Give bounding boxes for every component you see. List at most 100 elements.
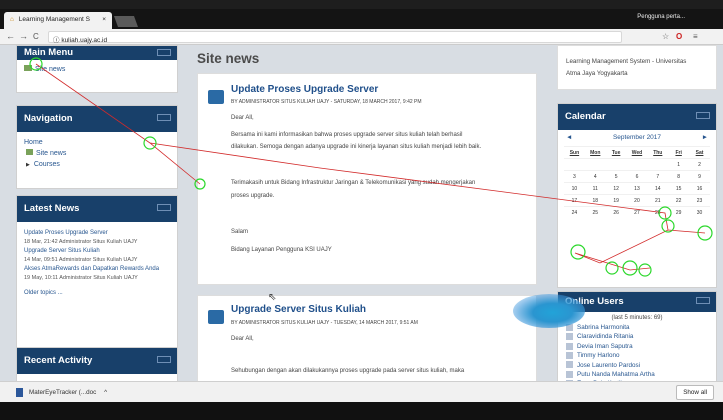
calendar-day[interactable]: 4	[584, 170, 606, 183]
next-month-icon[interactable]: ►	[702, 134, 708, 141]
menu-icon[interactable]: ≡	[693, 32, 698, 41]
profile-label[interactable]: Pengguna perta...	[637, 14, 685, 20]
calendar-day[interactable]: 15	[668, 182, 690, 195]
block-controls-icon[interactable]	[157, 114, 171, 121]
cursor-icon: ⇖	[268, 292, 277, 303]
block-controls-icon[interactable]	[696, 297, 710, 304]
calendar-day[interactable]: 19	[605, 194, 627, 207]
post-title[interactable]: Update Proses Upgrade Server	[231, 84, 378, 95]
calendar-day[interactable]: 23	[689, 194, 710, 207]
online-user-name: Claravidinda Ritania	[577, 333, 634, 341]
calendar-day[interactable]: 5	[605, 170, 627, 183]
navigation-title: Navigation	[24, 113, 73, 124]
address-bar[interactable]: ⓘ kuliah.uajy.ac.id	[48, 31, 622, 44]
calendar-day[interactable]: 1	[668, 158, 690, 171]
online-user-name: Devia Iman Saputra	[577, 342, 633, 350]
calendar-week: 12	[564, 158, 710, 171]
news-link[interactable]: Update Proses Upgrade Server	[24, 229, 170, 238]
prev-month-icon[interactable]: ◄	[566, 134, 572, 141]
navigation-block: Navigation Home Site news ▶ Courses	[16, 105, 178, 189]
calendar-day[interactable]: 11	[584, 182, 606, 195]
calendar-day[interactable]: 20	[626, 194, 648, 207]
calendar-day[interactable]: 6	[626, 170, 648, 183]
show-all-button[interactable]: Show all	[676, 385, 714, 400]
calendar-grid: Sun Mon Tue Wed Thu Fri Sat 1 2 3 4 5 6 7 8 9 10 11 12 13 14…	[564, 146, 710, 219]
post-title[interactable]: Upgrade Server Situs Kuliah	[231, 304, 366, 315]
tab-bar: ⌂ Learning Management S × Pengguna perta…	[0, 9, 723, 29]
calendar-day[interactable]: 13	[626, 182, 648, 195]
forward-arrow-icon[interactable]: →	[19, 31, 28, 41]
nav-courses[interactable]: Courses	[34, 161, 60, 168]
calendar-day[interactable]: 10	[564, 182, 585, 195]
online-user[interactable]: Sabrina Harmonita	[566, 323, 708, 332]
download-item[interactable]: MaterEyeTracker (...doc ^	[16, 388, 107, 397]
lms-line: Learning Management System - Universitas	[566, 58, 687, 65]
main-menu-block: Main Menu Site news	[16, 45, 178, 93]
back-arrow-icon[interactable]: ←	[6, 31, 15, 41]
online-user-name: Putu Nanda Mahatma Artha	[577, 371, 655, 379]
toolbar: ← → C ⓘ kuliah.uajy.ac.id ☆ O ≡	[0, 29, 723, 45]
calendar-day[interactable]: 14	[647, 182, 669, 195]
calendar-day[interactable]: 26	[605, 206, 627, 219]
online-user[interactable]: Claravidinda Ritania	[566, 332, 708, 341]
news-link[interactable]: Upgrade Server Situs Kuliah	[24, 247, 170, 256]
calendar-day[interactable]: 17	[564, 194, 585, 207]
calendar-day[interactable]: 21	[647, 194, 669, 207]
calendar-day[interactable]: 8	[668, 170, 690, 183]
news-icon	[26, 149, 33, 155]
calendar-day[interactable]	[626, 158, 648, 171]
online-user[interactable]: Putu Nanda Mahatma Artha	[566, 370, 708, 379]
news-link[interactable]: Akses AtmaRewards dan Dapatkan Rewards A…	[24, 265, 170, 274]
star-icon[interactable]: ☆	[662, 32, 669, 41]
news-icon	[208, 310, 224, 324]
calendar-day[interactable]: 16	[689, 182, 710, 195]
new-tab-button[interactable]	[113, 16, 139, 27]
browser-tab[interactable]: ⌂ Learning Management S ×	[4, 12, 112, 29]
online-user-name: Timmy Harlono	[577, 352, 620, 360]
calendar-day[interactable]: 27	[626, 206, 648, 219]
calendar-day[interactable]: 25	[584, 206, 606, 219]
url-text: kuliah.uajy.ac.id	[61, 37, 108, 44]
calendar-day[interactable]: 7	[647, 170, 669, 183]
calendar-day[interactable]	[605, 158, 627, 171]
nav-site-news[interactable]: Site news	[36, 150, 66, 157]
calendar-day[interactable]: 12	[605, 182, 627, 195]
recent-activity-block: Recent Activity	[16, 347, 178, 381]
chevron-up-icon[interactable]: ^	[104, 389, 107, 396]
calendar-day[interactable]: 18	[584, 194, 606, 207]
block-controls-icon[interactable]	[157, 49, 171, 56]
latest-news-body: Update Proses Upgrade Server 18 Mar, 21:…	[17, 222, 177, 303]
calendar-day[interactable]: 28	[647, 206, 669, 219]
online-user-name: Jose Laurento Pardosi	[577, 361, 641, 369]
online-user[interactable]: Jose Laurento Pardosi	[566, 361, 708, 370]
tab-close-icon[interactable]: ×	[102, 16, 106, 23]
online-user[interactable]: Devia Iman Saputra	[566, 342, 708, 351]
calendar-day[interactable]	[564, 158, 585, 171]
calendar-day[interactable]: 9	[689, 170, 710, 183]
post-text: Terimakasih untuk Bidang Infrastruktur J…	[231, 180, 476, 186]
expand-arrow-icon[interactable]: ▶	[26, 162, 30, 168]
calendar-day[interactable]: 3	[564, 170, 585, 183]
calendar-day[interactable]: 22	[668, 194, 690, 207]
calendar-day-name: Sat	[689, 146, 710, 159]
opera-icon[interactable]: O	[676, 32, 682, 41]
block-controls-icon[interactable]	[157, 356, 171, 363]
block-controls-icon[interactable]	[696, 112, 710, 119]
online-user[interactable]: Timmy Harlono	[566, 351, 708, 360]
online-users-list: Sabrina Harmonita Claravidinda Ritania Dev…	[566, 323, 708, 381]
calendar-day[interactable]	[647, 158, 669, 171]
reload-icon[interactable]: C	[33, 32, 39, 41]
calendar-month-row: ◄ September 2017 ►	[564, 134, 710, 144]
online-users-count: (last 5 minutes: 69)	[611, 315, 663, 321]
main-menu-item-site-news[interactable]: Site news	[35, 66, 65, 73]
block-controls-icon[interactable]	[157, 204, 171, 211]
user-avatar-icon	[566, 333, 573, 341]
calendar-day[interactable]: 2	[689, 158, 710, 171]
calendar-day[interactable]: 29	[668, 206, 690, 219]
nav-home[interactable]: Home	[24, 137, 170, 148]
older-topics-link[interactable]: Older topics ...	[24, 289, 170, 298]
calendar-day[interactable]	[584, 158, 606, 171]
calendar-day-name: Sun	[564, 146, 585, 159]
calendar-day[interactable]: 30	[689, 206, 710, 219]
calendar-day[interactable]: 24	[564, 206, 585, 219]
